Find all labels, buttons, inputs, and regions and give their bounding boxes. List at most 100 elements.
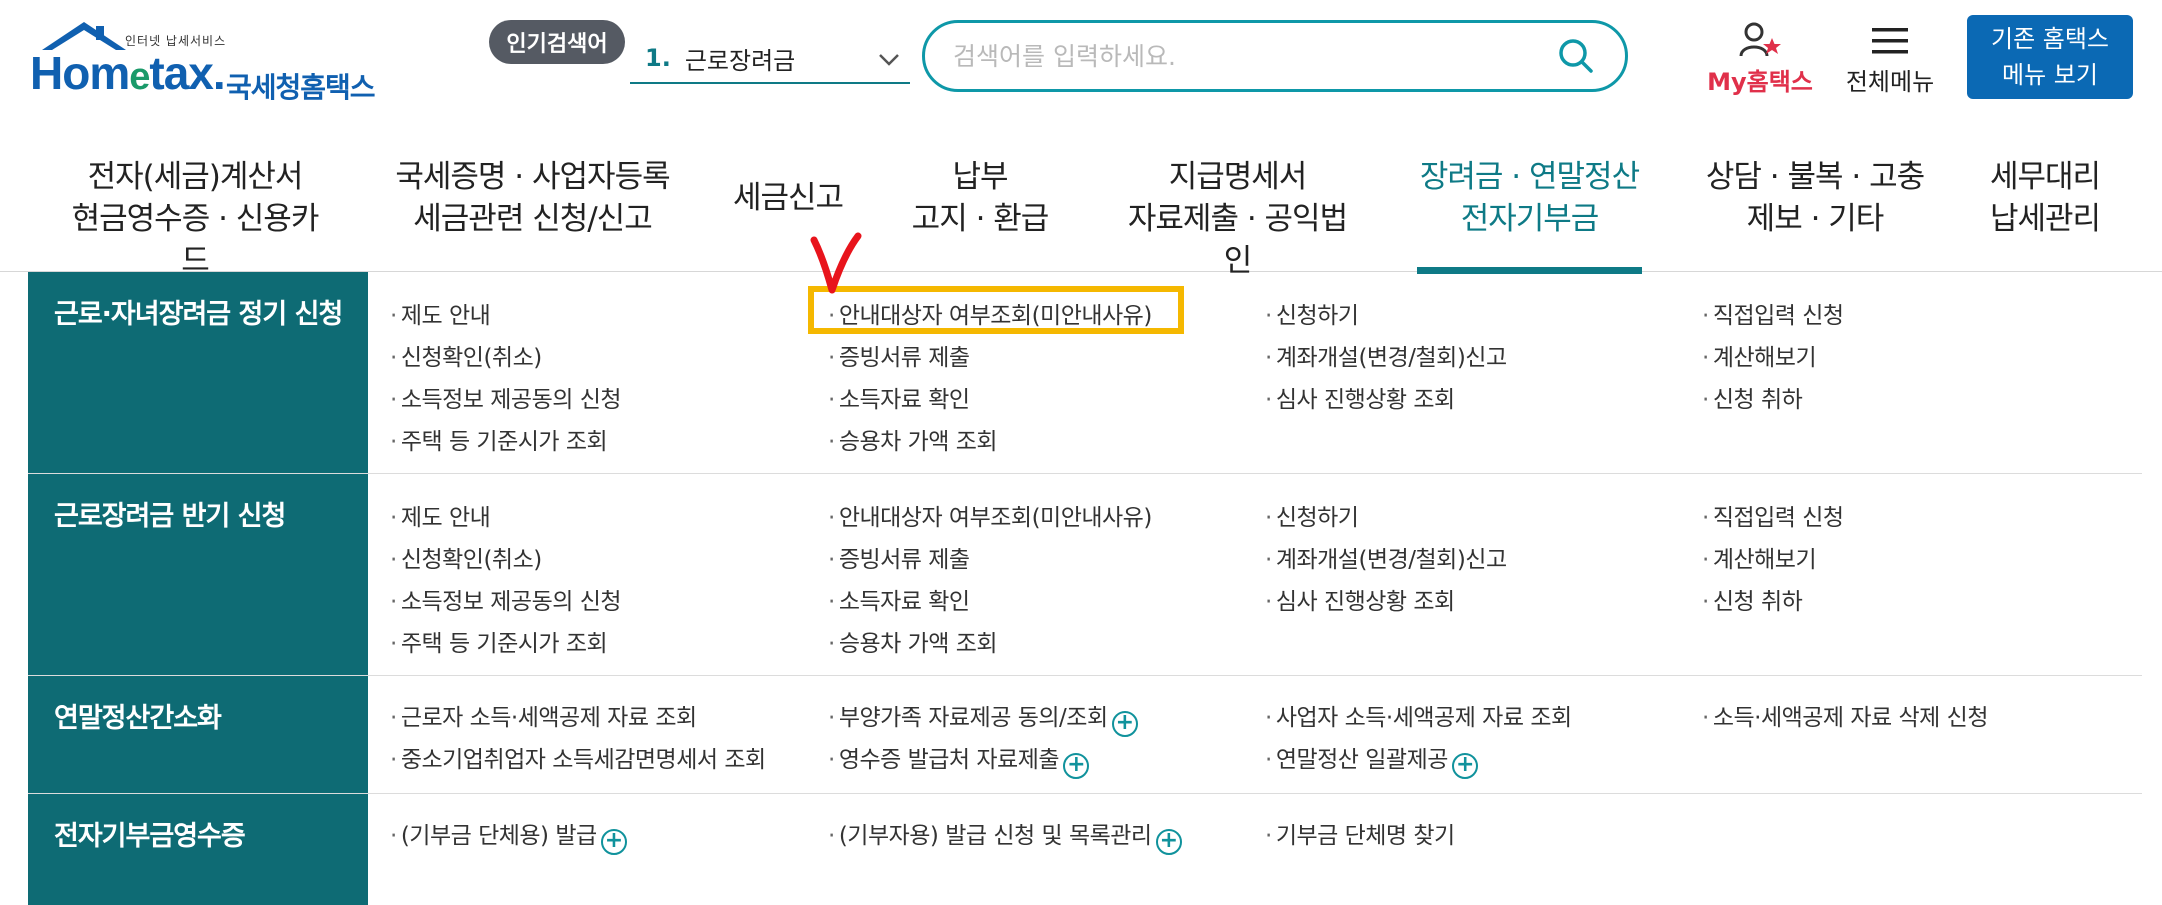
submenu-link[interactable]: 신청 취하: [1702, 380, 1803, 414]
nav-item-line1: 지급명세서: [1168, 159, 1308, 195]
submenu-link[interactable]: 소득정보 제공동의 신청: [390, 380, 622, 414]
plus-circle-icon[interactable]: +: [1063, 753, 1090, 779]
plus-circle-icon[interactable]: +: [600, 829, 627, 855]
submenu-link[interactable]: 증빙서류 제출: [828, 540, 970, 574]
old-hometax-menu-button[interactable]: 기존 홈택스 메뉴 보기: [1967, 15, 2133, 99]
red-check-annotation: [810, 232, 862, 294]
submenu-link-text: 연말정산 일괄제공: [1275, 747, 1449, 773]
nav-item-consultation[interactable]: 상담 · 불복 · 고충 제보 · 기타: [1700, 156, 1930, 256]
popular-term: 근로장려금: [684, 46, 796, 75]
submenu-panel: 근로·자녀장려금 정기 신청 제도 안내 신청확인(취소) 소득정보 제공동의 …: [28, 272, 2142, 905]
nav-item-payment-statement[interactable]: 지급명세서 자료제출 · 공익법인: [1115, 156, 1360, 279]
submenu-link[interactable]: 소득자료 확인: [828, 380, 970, 414]
submenu-link[interactable]: 안내대상자 여부조회(미안내사유): [828, 498, 1152, 532]
submenu-link[interactable]: 증빙서류 제출: [828, 338, 970, 372]
submenu-link[interactable]: 심사 진행상황 조회: [1265, 380, 1455, 414]
nav-item-e-invoice[interactable]: 전자(세금)계산서 현금영수증 · 신용카드: [60, 156, 330, 279]
submenu-link[interactable]: 신청 취하: [1702, 582, 1803, 616]
nav-item-line2: 현금영수증 · 신용카드: [71, 201, 320, 279]
submenu-link-text: (기부자용) 발급 신청 및 목록관리: [838, 823, 1152, 849]
submenu-link[interactable]: 직접입력 신청: [1702, 296, 1844, 330]
submenu-link[interactable]: 계산해보기: [1702, 338, 1817, 372]
search-icon[interactable]: [1555, 35, 1597, 77]
submenu-link[interactable]: 주택 등 기준시가 조회: [390, 624, 608, 658]
submenu-row: 전자기부금영수증 (기부금 단체용) 발급+ (기부자용) 발급 신청 및 목록…: [28, 794, 2142, 905]
nav-item-line2: 세금관련 신청/신고: [413, 201, 652, 237]
logo-korean-name: 국세청홈택스: [226, 71, 376, 104]
nav-item-line1: 세무대리: [1989, 159, 2101, 195]
nav-item-line2: 고지 · 환급: [911, 201, 1050, 237]
submenu-link-text: (기부금 단체용) 발급: [400, 823, 597, 849]
submenu-row: 근로장려금 반기 신청 제도 안내 신청확인(취소) 소득정보 제공동의 신청 …: [28, 474, 2142, 676]
search-box: [922, 20, 1628, 92]
submenu-link-with-plus[interactable]: (기부자용) 발급 신청 및 목록관리+: [828, 816, 1182, 855]
nav-item-tax-agent[interactable]: 세무대리 납세관리: [1985, 156, 2105, 256]
old-view-line2: 메뉴 보기: [2002, 61, 2098, 89]
nav-item-line2: 제보 · 기타: [1746, 201, 1885, 237]
nav-item-line1: 전자(세금)계산서: [87, 159, 304, 195]
hometax-logo[interactable]: 인터넷 납세서비스 Hometax. 국세청홈택스: [30, 18, 390, 108]
submenu-category: 전자기부금영수증: [28, 794, 368, 905]
submenu-category: 근로장려금 반기 신청: [28, 474, 368, 675]
submenu-link[interactable]: 주택 등 기준시가 조회: [390, 422, 608, 456]
nav-item-incentive-yearend[interactable]: 장려금 · 연말정산 전자기부금: [1417, 156, 1642, 274]
highlight-box-annotation: [808, 286, 1184, 334]
submenu-link-with-plus[interactable]: 연말정산 일괄제공+: [1265, 740, 1478, 779]
plus-circle-icon[interactable]: +: [1111, 711, 1138, 737]
old-view-line1: 기존 홈택스: [1990, 25, 2110, 53]
submenu-link[interactable]: 신청하기: [1265, 498, 1359, 532]
nav-item-line1: 장려금 · 연말정산: [1419, 159, 1640, 195]
plus-circle-icon[interactable]: +: [1155, 829, 1182, 855]
nav-item-line1: 국세증명 · 사업자등록: [395, 159, 670, 195]
submenu-category: 근로·자녀장려금 정기 신청: [28, 272, 368, 473]
hamburger-icon: [1872, 28, 1908, 54]
submenu-link[interactable]: 근로자 소득·세액공제 자료 조회: [390, 698, 697, 732]
search-input[interactable]: [953, 41, 1555, 71]
nav-item-line2: 납세관리: [1989, 201, 2101, 237]
submenu-link[interactable]: 소득자료 확인: [828, 582, 970, 616]
submenu-link[interactable]: 계좌개설(변경/철회)신고: [1265, 338, 1507, 372]
nav-item-line1: 상담 · 불복 · 고충: [1705, 159, 1925, 195]
chevron-down-icon: [879, 54, 899, 66]
submenu-link[interactable]: 제도 안내: [390, 498, 491, 532]
submenu-link[interactable]: 계좌개설(변경/철회)신고: [1265, 540, 1507, 574]
main-nav: 전자(세금)계산서 현금영수증 · 신용카드 국세증명 · 사업자등록 세금관련…: [0, 150, 2162, 279]
submenu-row: 연말정산간소화 근로자 소득·세액공제 자료 조회 중소기업취업자 소득세감면명…: [28, 676, 2142, 794]
submenu-link[interactable]: 신청하기: [1265, 296, 1359, 330]
submenu-link[interactable]: 기부금 단체명 찾기: [1265, 816, 1455, 850]
submenu-link[interactable]: 소득정보 제공동의 신청: [390, 582, 622, 616]
submenu-link[interactable]: 계산해보기: [1702, 540, 1817, 574]
submenu-link[interactable]: 제도 안내: [390, 296, 491, 330]
popular-search-select[interactable]: 1. 근로장려금: [630, 34, 910, 84]
nav-item-tax-certificate[interactable]: 국세증명 · 사업자등록 세금관련 신청/신고: [395, 156, 670, 256]
all-menu-button[interactable]: 전체메뉴: [1840, 18, 1940, 98]
submenu-link[interactable]: 승용차 가액 조회: [828, 624, 998, 658]
submenu-link-text: 부양가족 자료제공 동의/조회: [838, 705, 1108, 731]
logo-wordmark: Hometax.: [30, 47, 226, 99]
nav-item-line2: 전자기부금: [1460, 201, 1600, 237]
submenu-link-text: 영수증 발급처 자료제출: [838, 747, 1060, 773]
submenu-link[interactable]: 직접입력 신청: [1702, 498, 1844, 532]
nav-item-line1: 세금신고: [732, 180, 844, 216]
submenu-link-with-plus[interactable]: 부양가족 자료제공 동의/조회+: [828, 698, 1138, 737]
popular-rank: 1.: [645, 44, 671, 72]
submenu-link[interactable]: 심사 진행상황 조회: [1265, 582, 1455, 616]
user-star-icon: [1739, 22, 1781, 57]
my-hometax-label: My홈택스: [1707, 68, 1813, 96]
plus-circle-icon[interactable]: +: [1451, 753, 1478, 779]
submenu-link[interactable]: 신청확인(취소): [390, 338, 542, 372]
submenu-link[interactable]: 소득·세액공제 자료 삭제 신청: [1702, 698, 1989, 732]
submenu-link-with-plus[interactable]: (기부금 단체용) 발급+: [390, 816, 627, 855]
submenu-link[interactable]: 사업자 소득·세액공제 자료 조회: [1265, 698, 1572, 732]
submenu-link-with-plus[interactable]: 영수증 발급처 자료제출+: [828, 740, 1090, 779]
nav-item-line2: 자료제출 · 공익법인: [1127, 201, 1348, 279]
header: 인터넷 납세서비스 Hometax. 국세청홈택스 인기검색어 1. 근로장려금…: [0, 0, 2162, 115]
nav-item-payment[interactable]: 납부 고지 · 환급: [905, 156, 1055, 256]
all-menu-label: 전체메뉴: [1845, 68, 1935, 96]
submenu-link[interactable]: 승용차 가액 조회: [828, 422, 998, 456]
popular-search-badge: 인기검색어: [489, 20, 625, 64]
submenu-link[interactable]: 신청확인(취소): [390, 540, 542, 574]
my-hometax-button[interactable]: My홈택스: [1700, 18, 1820, 98]
submenu-link[interactable]: 중소기업취업자 소득세감면명세서 조회: [390, 740, 766, 774]
submenu-category: 연말정산간소화: [28, 676, 368, 793]
